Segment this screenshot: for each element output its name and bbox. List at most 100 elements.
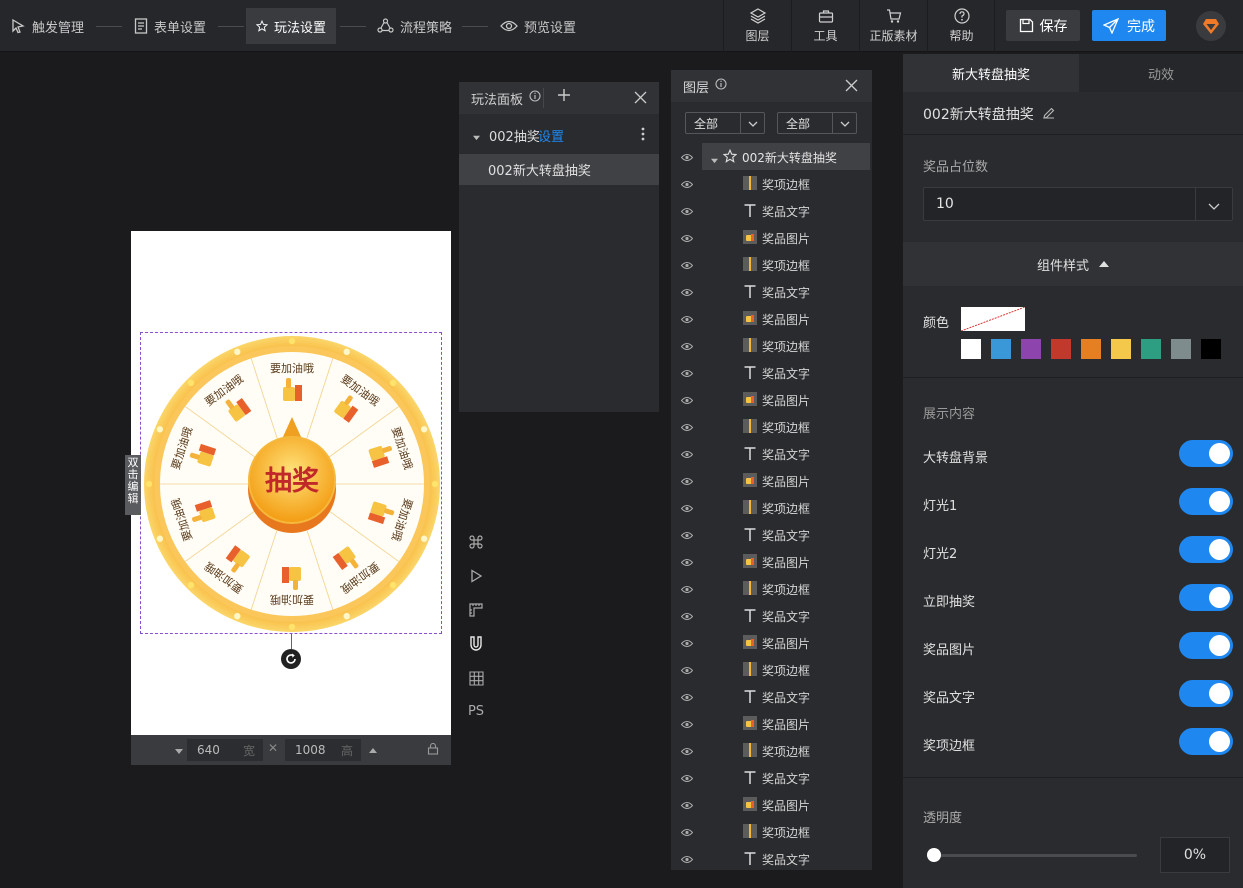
eye-icon[interactable] <box>680 475 694 489</box>
opacity-slider-thumb[interactable] <box>927 848 941 862</box>
layer-row[interactable]: 奖品图片 <box>671 629 872 656</box>
more-vertical-icon[interactable] <box>641 127 645 145</box>
layer-row[interactable]: 奖项边框 <box>671 494 872 521</box>
toggle-switch[interactable] <box>1179 728 1233 755</box>
eye-icon[interactable] <box>680 394 694 408</box>
layer-row[interactable]: 奖品文字 <box>671 845 872 872</box>
layer-row[interactable]: 奖项边框 <box>671 413 872 440</box>
layer-row[interactable]: 奖品文字 <box>671 764 872 791</box>
tool-help[interactable]: 帮助 <box>927 0 995 52</box>
lucky-wheel[interactable]: 要加油哦要加油哦要加油哦要加油哦要加油哦要加油哦要加油哦要加油哦要加油哦要加油哦… <box>141 333 441 633</box>
eye-icon[interactable] <box>680 799 694 813</box>
layer-row[interactable]: 奖品文字 <box>671 440 872 467</box>
color-swatch[interactable] <box>1111 339 1131 359</box>
save-button[interactable]: 保存 <box>1006 10 1080 41</box>
grid-icon[interactable] <box>466 668 486 688</box>
info-icon[interactable] <box>529 90 541 106</box>
layer-row[interactable]: 奖品图片 <box>671 791 872 818</box>
layer-row[interactable]: 奖品文字 <box>671 521 872 548</box>
color-swatch[interactable] <box>1021 339 1041 359</box>
eye-icon[interactable] <box>680 286 694 300</box>
layer-row[interactable]: 奖品图片 <box>671 224 872 251</box>
layer-row[interactable]: 奖品图片 <box>671 548 872 575</box>
layer-row[interactable]: 奖品图片 <box>671 710 872 737</box>
layer-row[interactable]: 奖品图片 <box>671 386 872 413</box>
ps-icon[interactable]: PS <box>466 701 486 721</box>
color-swatch[interactable] <box>991 339 1011 359</box>
slots-select[interactable]: 10 <box>923 187 1233 221</box>
brand-logo[interactable] <box>1196 11 1226 41</box>
play-icon[interactable] <box>466 566 486 586</box>
double-click-edit-tag[interactable]: 双击编辑 <box>125 455 141 515</box>
color-swatch[interactable] <box>1201 339 1221 359</box>
toggle-switch[interactable] <box>1179 680 1233 707</box>
step-trigger[interactable]: 触发管理 <box>0 8 94 44</box>
step-preview[interactable]: 预览设置 <box>490 8 586 44</box>
eye-icon[interactable] <box>680 556 694 570</box>
toggle-switch[interactable] <box>1179 488 1233 515</box>
command-icon[interactable] <box>466 532 486 552</box>
color-picker[interactable] <box>961 307 1025 331</box>
layer-row[interactable]: 奖项边框 <box>671 251 872 278</box>
opacity-slider-track[interactable] <box>927 854 1137 857</box>
layer-row[interactable]: 奖项边框 <box>671 575 872 602</box>
toggle-switch[interactable] <box>1179 440 1233 467</box>
style-section-header[interactable]: 组件样式 <box>903 242 1243 286</box>
color-swatch[interactable] <box>1171 339 1191 359</box>
color-swatch[interactable] <box>961 339 981 359</box>
info-icon[interactable] <box>715 78 727 94</box>
gameplay-item[interactable]: 002新大转盘抽奖 <box>459 154 659 185</box>
eye-icon[interactable] <box>680 502 694 516</box>
color-swatch[interactable] <box>1141 339 1161 359</box>
caret-up-icon[interactable] <box>369 744 377 758</box>
magnet-icon[interactable] <box>466 634 486 654</box>
caret-down-icon[interactable] <box>711 153 718 167</box>
eye-icon[interactable] <box>680 313 694 327</box>
eye-icon[interactable] <box>680 151 694 165</box>
eye-icon[interactable] <box>680 178 694 192</box>
page-height-input[interactable]: 1008 高 <box>285 739 361 761</box>
color-swatch[interactable] <box>1081 339 1101 359</box>
layer-row[interactable]: 奖品图片 <box>671 467 872 494</box>
lock-icon[interactable] <box>427 742 439 758</box>
caret-down-icon[interactable] <box>473 130 480 145</box>
eye-icon[interactable] <box>680 340 694 354</box>
eye-icon[interactable] <box>680 745 694 759</box>
eye-icon[interactable] <box>680 448 694 462</box>
selection-box[interactable]: 要加油哦 要加油哦 要加油哦 要加油哦 要加油哦 要加油哦 要加油哦 要加油哦 要加油哦 要加油哦… <box>140 332 442 634</box>
color-swatch[interactable] <box>1051 339 1071 359</box>
eye-icon[interactable] <box>680 421 694 435</box>
layer-row[interactable]: 奖品文字 <box>671 359 872 386</box>
eye-icon[interactable] <box>680 853 694 867</box>
layer-row[interactable]: 奖品文字 <box>671 278 872 305</box>
edit-icon[interactable] <box>1043 107 1055 123</box>
gameplay-group[interactable]: 002抽奖 设置 <box>459 120 659 148</box>
toggle-switch[interactable] <box>1179 536 1233 563</box>
toggle-switch[interactable] <box>1179 632 1233 659</box>
tool-assets[interactable]: 正版素材 <box>859 0 927 52</box>
layer-row[interactable]: 奖项边框 <box>671 737 872 764</box>
layer-row[interactable]: 奖品文字 <box>671 602 872 629</box>
eye-icon[interactable] <box>680 772 694 786</box>
layer-filter-select-2[interactable]: 全部 <box>777 112 857 134</box>
opacity-input[interactable]: 0% <box>1160 837 1230 873</box>
eye-icon[interactable] <box>680 610 694 624</box>
tool-layers[interactable]: 图层 <box>723 0 791 52</box>
layer-row[interactable]: 奖项边框 <box>671 332 872 359</box>
step-gameplay[interactable]: 玩法设置 <box>246 8 336 44</box>
caret-down-icon[interactable] <box>175 744 183 758</box>
layer-row[interactable]: 奖品图片 <box>671 305 872 332</box>
layer-row[interactable]: 奖项边框 <box>671 656 872 683</box>
page-width-input[interactable]: 640 宽 <box>187 739 263 761</box>
toggle-switch[interactable] <box>1179 584 1233 611</box>
eye-icon[interactable] <box>680 664 694 678</box>
layer-root-row[interactable]: 002新大转盘抽奖 <box>671 143 872 170</box>
step-flow[interactable]: 流程策略 <box>367 8 462 44</box>
tab-component[interactable]: 新大转盘抽奖 <box>903 54 1079 92</box>
eye-icon[interactable] <box>680 583 694 597</box>
add-icon[interactable] <box>557 88 571 106</box>
eye-icon[interactable] <box>680 259 694 273</box>
tool-toolbox[interactable]: 工具 <box>791 0 859 52</box>
eye-icon[interactable] <box>680 367 694 381</box>
layer-filter-select-1[interactable]: 全部 <box>685 112 765 134</box>
